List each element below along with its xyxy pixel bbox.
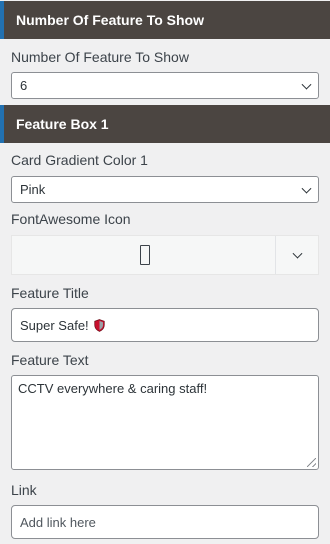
section-header-feature-box-1[interactable]: Feature Box 1 [0, 105, 330, 143]
fontawesome-icon-label: FontAwesome Icon [11, 211, 131, 227]
input-placeholder: Add link here [20, 514, 96, 530]
feature-text-textarea[interactable]: CCTV everywhere & caring staff! [11, 375, 319, 470]
chevron-down-icon [301, 79, 312, 90]
select-value: 6 [20, 78, 28, 93]
shield-icon [94, 318, 105, 332]
icon-picker-toggle[interactable] [275, 236, 318, 274]
section-title: Feature Box 1 [16, 116, 109, 132]
select-value: Pink [20, 182, 46, 197]
resize-handle-icon[interactable] [307, 458, 316, 467]
placeholder-icon [139, 245, 150, 265]
feature-title-label: Feature Title [11, 285, 89, 301]
chevron-down-icon [292, 248, 303, 259]
gradient-color-select[interactable]: Pink [11, 176, 319, 203]
chevron-down-icon [301, 183, 312, 194]
section-title: Number Of Feature To Show [16, 12, 204, 28]
icon-preview[interactable] [12, 236, 277, 274]
gradient-color-label: Card Gradient Color 1 [11, 152, 148, 168]
number-of-features-select[interactable]: 6 [11, 72, 319, 99]
section-header-number-of-features[interactable]: Number Of Feature To Show [0, 1, 330, 39]
number-of-features-label: Number Of Feature To Show [11, 49, 189, 65]
feature-title-input[interactable]: Super Safe! [11, 308, 319, 342]
input-value: Super Safe! [20, 317, 89, 333]
link-input[interactable]: Add link here [11, 505, 319, 539]
fontawesome-icon-picker[interactable] [11, 235, 319, 275]
feature-text-label: Feature Text [11, 352, 89, 368]
link-label: Link [11, 482, 37, 498]
textarea-value: CCTV everywhere & caring staff! [18, 381, 208, 396]
